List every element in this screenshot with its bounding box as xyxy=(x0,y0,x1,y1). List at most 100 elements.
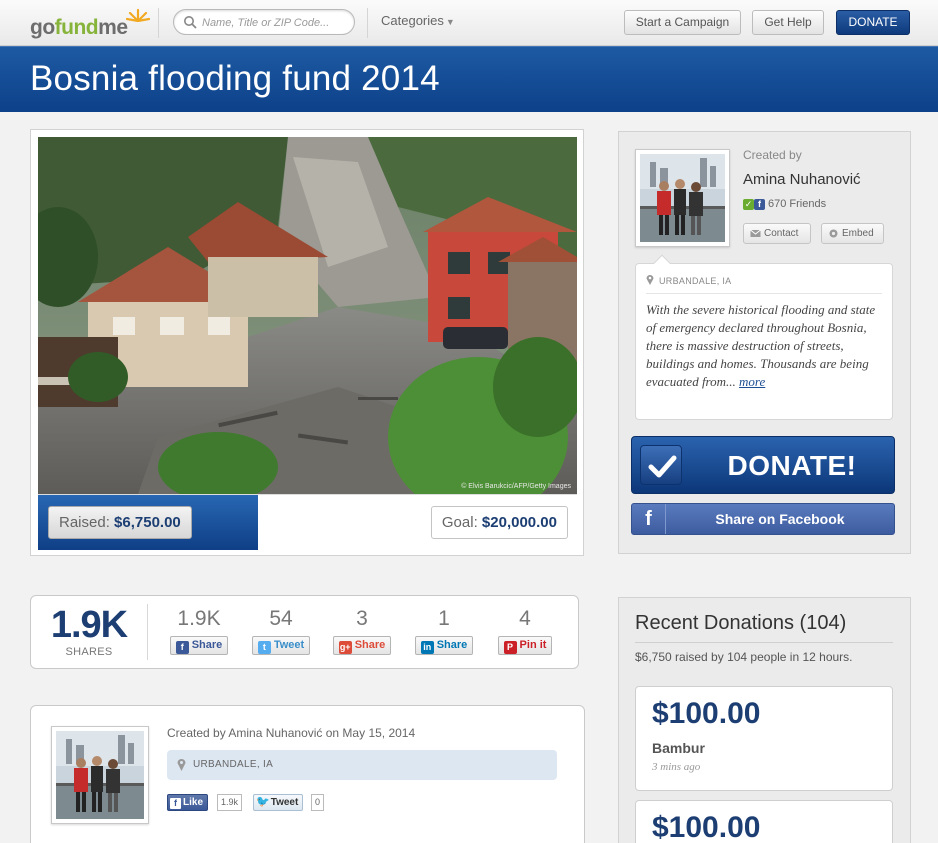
location-pin-icon xyxy=(646,275,654,285)
search-box[interactable] xyxy=(173,9,355,35)
donation-amount: $100.00 xyxy=(652,697,761,730)
facebook-share: 1.9K f Share xyxy=(164,606,234,655)
tweet-button[interactable]: 🐦Tweet xyxy=(253,794,304,811)
get-help-button[interactable]: Get Help xyxy=(752,10,824,35)
creator-photo xyxy=(56,731,144,819)
goal-label: Goal: xyxy=(441,514,478,531)
facebook-icon: f xyxy=(170,798,181,809)
location-pin-icon xyxy=(177,759,186,771)
share-count: 3 xyxy=(356,607,368,630)
donor-name: Bambur xyxy=(652,740,705,756)
raised-amount: Raised: $6,750.00 xyxy=(48,506,192,539)
speech-pointer xyxy=(653,254,671,272)
nav-divider xyxy=(367,8,368,38)
gofundme-logo[interactable]: gofundme xyxy=(30,8,150,40)
location-text: URBANDALE, IA xyxy=(659,276,732,286)
funding-progress: Raised: $6,750.00 Goal: $20,000.00 xyxy=(38,494,577,550)
description-text: With the severe historical flooding and … xyxy=(646,301,886,391)
created-by-line: Created by Amina Nuhanović on May 15, 20… xyxy=(167,726,416,740)
embed-label: Embed xyxy=(842,228,874,239)
start-campaign-button[interactable]: Start a Campaign xyxy=(624,10,741,35)
share-on-facebook-button[interactable]: f Share on Facebook xyxy=(631,503,895,535)
divider xyxy=(147,604,148,660)
donation-card: $100.00 xyxy=(635,800,893,843)
divider xyxy=(635,642,893,643)
creator-avatar[interactable] xyxy=(635,149,730,247)
search-icon xyxy=(184,16,197,29)
raised-value: $6,750.00 xyxy=(114,514,181,531)
share-count: 54 xyxy=(269,607,293,630)
creator-photo xyxy=(640,154,725,242)
campaign-hero: © Elvis Barukcic/AFP/Getty Images Raised… xyxy=(30,129,584,556)
creator-name[interactable]: Amina Nuhanović xyxy=(743,171,861,188)
share-label: Pin it xyxy=(519,639,547,651)
logo-me: me xyxy=(98,16,128,39)
total-shares: 1.9K SHARES xyxy=(31,604,147,658)
share-label: Share xyxy=(436,639,468,651)
share-bar: 1.9K SHARES 1.9K f Share 54 t Tweet 3 g+ Sh… xyxy=(30,595,579,669)
linkedin-share-button[interactable]: in Share xyxy=(414,636,474,655)
divider xyxy=(646,293,882,294)
facebook-icon: f xyxy=(632,504,666,534)
contact-button[interactable]: Contact xyxy=(743,223,811,244)
share-on-facebook-label: Share on Facebook xyxy=(715,511,845,527)
checkmark-icon xyxy=(640,445,682,485)
pinterest-icon: P xyxy=(503,641,517,654)
tweet-label: Tweet xyxy=(270,797,299,808)
nav-divider xyxy=(158,8,159,38)
share-count: 1.9K xyxy=(177,607,221,630)
facebook-icon: f xyxy=(175,641,189,654)
google-plus-icon: g+ xyxy=(338,641,352,654)
linkedin-share: 1 in Share xyxy=(409,606,479,655)
categories-label: Categories xyxy=(381,13,444,28)
sun-icon xyxy=(126,8,150,22)
campaign-title: Bosnia flooding fund 2014 xyxy=(30,59,440,98)
raised-label: Raised: xyxy=(59,514,110,531)
twitter-icon: t xyxy=(257,641,271,654)
goal-value: $20,000.00 xyxy=(481,514,557,531)
pin-it-button[interactable]: P Pin it xyxy=(497,636,553,655)
campaign-photo[interactable]: © Elvis Barukcic/AFP/Getty Images xyxy=(38,137,577,494)
creator-panel: Created by Amina Nuhanović ✓ f 670 Friends… xyxy=(618,131,911,554)
donation-amount: $100.00 xyxy=(652,811,761,843)
created-by-label: Created by xyxy=(743,148,802,162)
caret-down-icon: ▼ xyxy=(445,17,455,27)
gear-icon xyxy=(829,229,838,238)
donation-card: $100.00 Bambur 3 mins ago xyxy=(635,686,893,791)
location-text: URBANDALE, IA xyxy=(193,759,274,770)
envelope-icon xyxy=(750,229,761,237)
goal-amount: Goal: $20,000.00 xyxy=(430,506,568,539)
tweet-button[interactable]: t Tweet xyxy=(251,636,311,655)
share-count: 4 xyxy=(519,607,531,630)
twitter-bird-icon: 🐦 xyxy=(256,796,270,808)
share-label: Tweet xyxy=(273,639,305,651)
nav-donate-button[interactable]: DONATE xyxy=(836,10,910,35)
logo-go: go xyxy=(30,16,55,39)
search-input[interactable] xyxy=(202,14,348,31)
facebook-like-button[interactable]: f Like xyxy=(167,794,209,811)
creator-avatar[interactable] xyxy=(51,726,149,824)
embed-button[interactable]: Embed xyxy=(821,223,884,244)
facebook-share-button[interactable]: f Share xyxy=(169,636,229,655)
donations-summary: $6,750 raised by 104 people in 12 hours. xyxy=(635,650,853,664)
total-shares-label: SHARES xyxy=(65,646,113,658)
recent-donations-title: Recent Donations (104) xyxy=(635,612,847,634)
flood-photo-image xyxy=(38,137,577,494)
pinterest-share: 4 P Pin it xyxy=(490,606,560,655)
twitter-share: 54 t Tweet xyxy=(246,606,316,655)
donate-button[interactable]: DONATE! xyxy=(631,436,895,494)
total-shares-count: 1.9K xyxy=(50,604,128,646)
contact-label: Contact xyxy=(764,228,799,239)
google-plus-share-button[interactable]: g+ Share xyxy=(332,636,392,655)
campaign-post: Created by Amina Nuhanović on May 15, 20… xyxy=(30,705,585,843)
donate-label: DONATE! xyxy=(727,450,857,481)
share-label: Share xyxy=(354,639,386,651)
campaign-description: URBANDALE, IA With the severe historical… xyxy=(635,254,893,420)
title-band: Bosnia flooding fund 2014 xyxy=(0,46,938,112)
like-label: Like xyxy=(183,797,204,808)
categories-dropdown[interactable]: Categories ▼ xyxy=(381,13,455,28)
top-nav: gofundme Categories▼ Start a Campaign Ge… xyxy=(0,0,938,46)
more-link[interactable]: more xyxy=(739,374,765,389)
linkedin-icon: in xyxy=(420,641,434,654)
recent-donations-panel: Recent Donations (104) $6,750 raised by … xyxy=(618,597,911,843)
